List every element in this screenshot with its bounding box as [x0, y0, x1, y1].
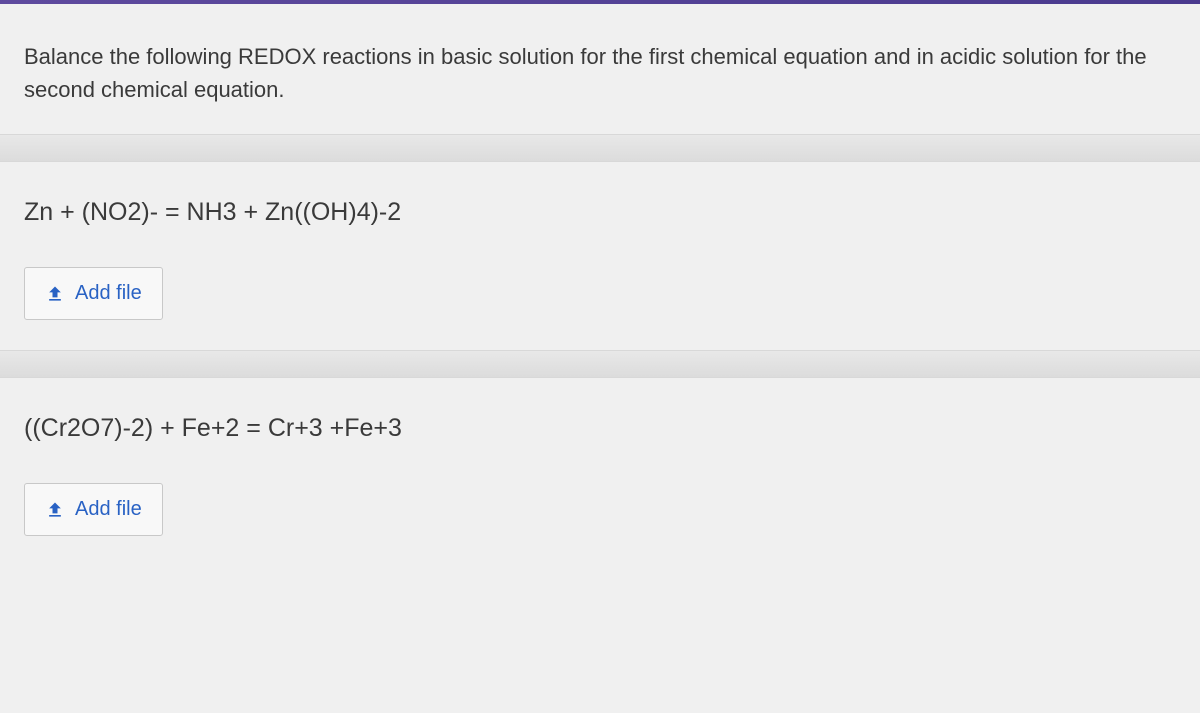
- add-file-label: Add file: [75, 498, 142, 521]
- upload-icon: [45, 500, 65, 520]
- add-file-button-1[interactable]: Add file: [24, 267, 163, 320]
- section-separator: [0, 350, 1200, 378]
- question-block-2: ((Cr2O7)-2) + Fe+2 = Cr+3 +Fe+3 Add file: [0, 378, 1200, 566]
- question-block-1: Zn + (NO2)- = NH3 + Zn((OH)4)-2 Add file: [0, 162, 1200, 350]
- add-file-label: Add file: [75, 282, 142, 305]
- instruction-block: Balance the following REDOX reactions in…: [0, 4, 1200, 134]
- equation-text-1: Zn + (NO2)- = NH3 + Zn((OH)4)-2: [24, 198, 1176, 227]
- instruction-text: Balance the following REDOX reactions in…: [24, 40, 1176, 106]
- add-file-button-2[interactable]: Add file: [24, 483, 163, 536]
- equation-text-2: ((Cr2O7)-2) + Fe+2 = Cr+3 +Fe+3: [24, 414, 1176, 443]
- section-separator: [0, 134, 1200, 162]
- upload-icon: [45, 284, 65, 304]
